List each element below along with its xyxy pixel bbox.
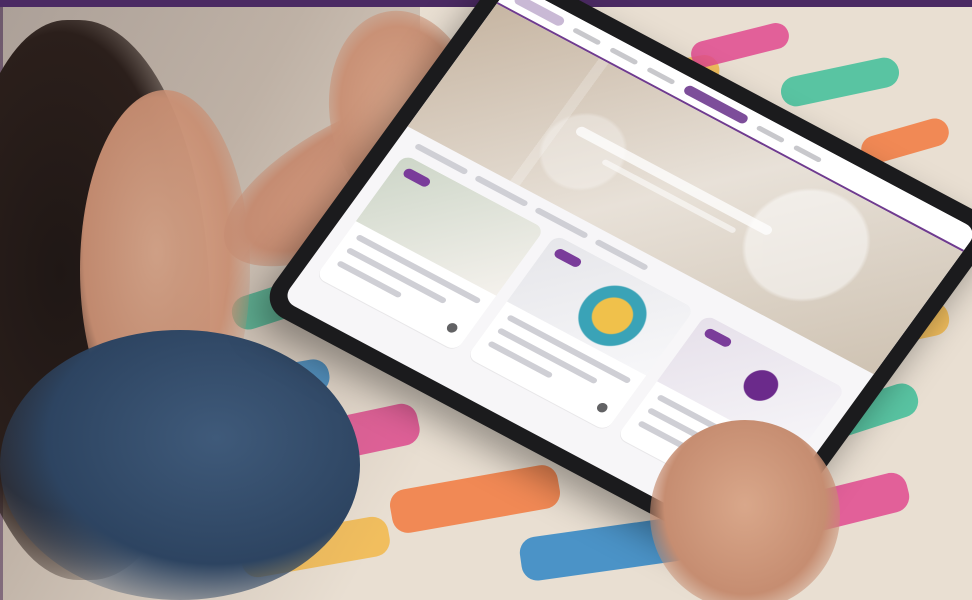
- tablet-card-line: [336, 260, 403, 299]
- tablet-card-line: [486, 340, 554, 379]
- rug-blob: [778, 54, 902, 110]
- tablet-nav-link: [646, 66, 676, 85]
- person-shirt: [0, 330, 360, 600]
- photo-scene: [0, 0, 972, 600]
- tablet-card-dot: [444, 321, 460, 335]
- tablet-nav-link: [793, 144, 823, 163]
- tablet-card-dot: [595, 401, 610, 415]
- tablet-hero-subtitle-blur: [600, 158, 737, 234]
- tablet-nav-link: [572, 26, 602, 46]
- tablet-nav-link: [755, 124, 786, 143]
- rug-blob: [688, 20, 792, 70]
- tablet-nav-link: [609, 46, 639, 65]
- tablet-hero-title-blur: [573, 125, 775, 237]
- person-hand-bottom: [650, 420, 840, 600]
